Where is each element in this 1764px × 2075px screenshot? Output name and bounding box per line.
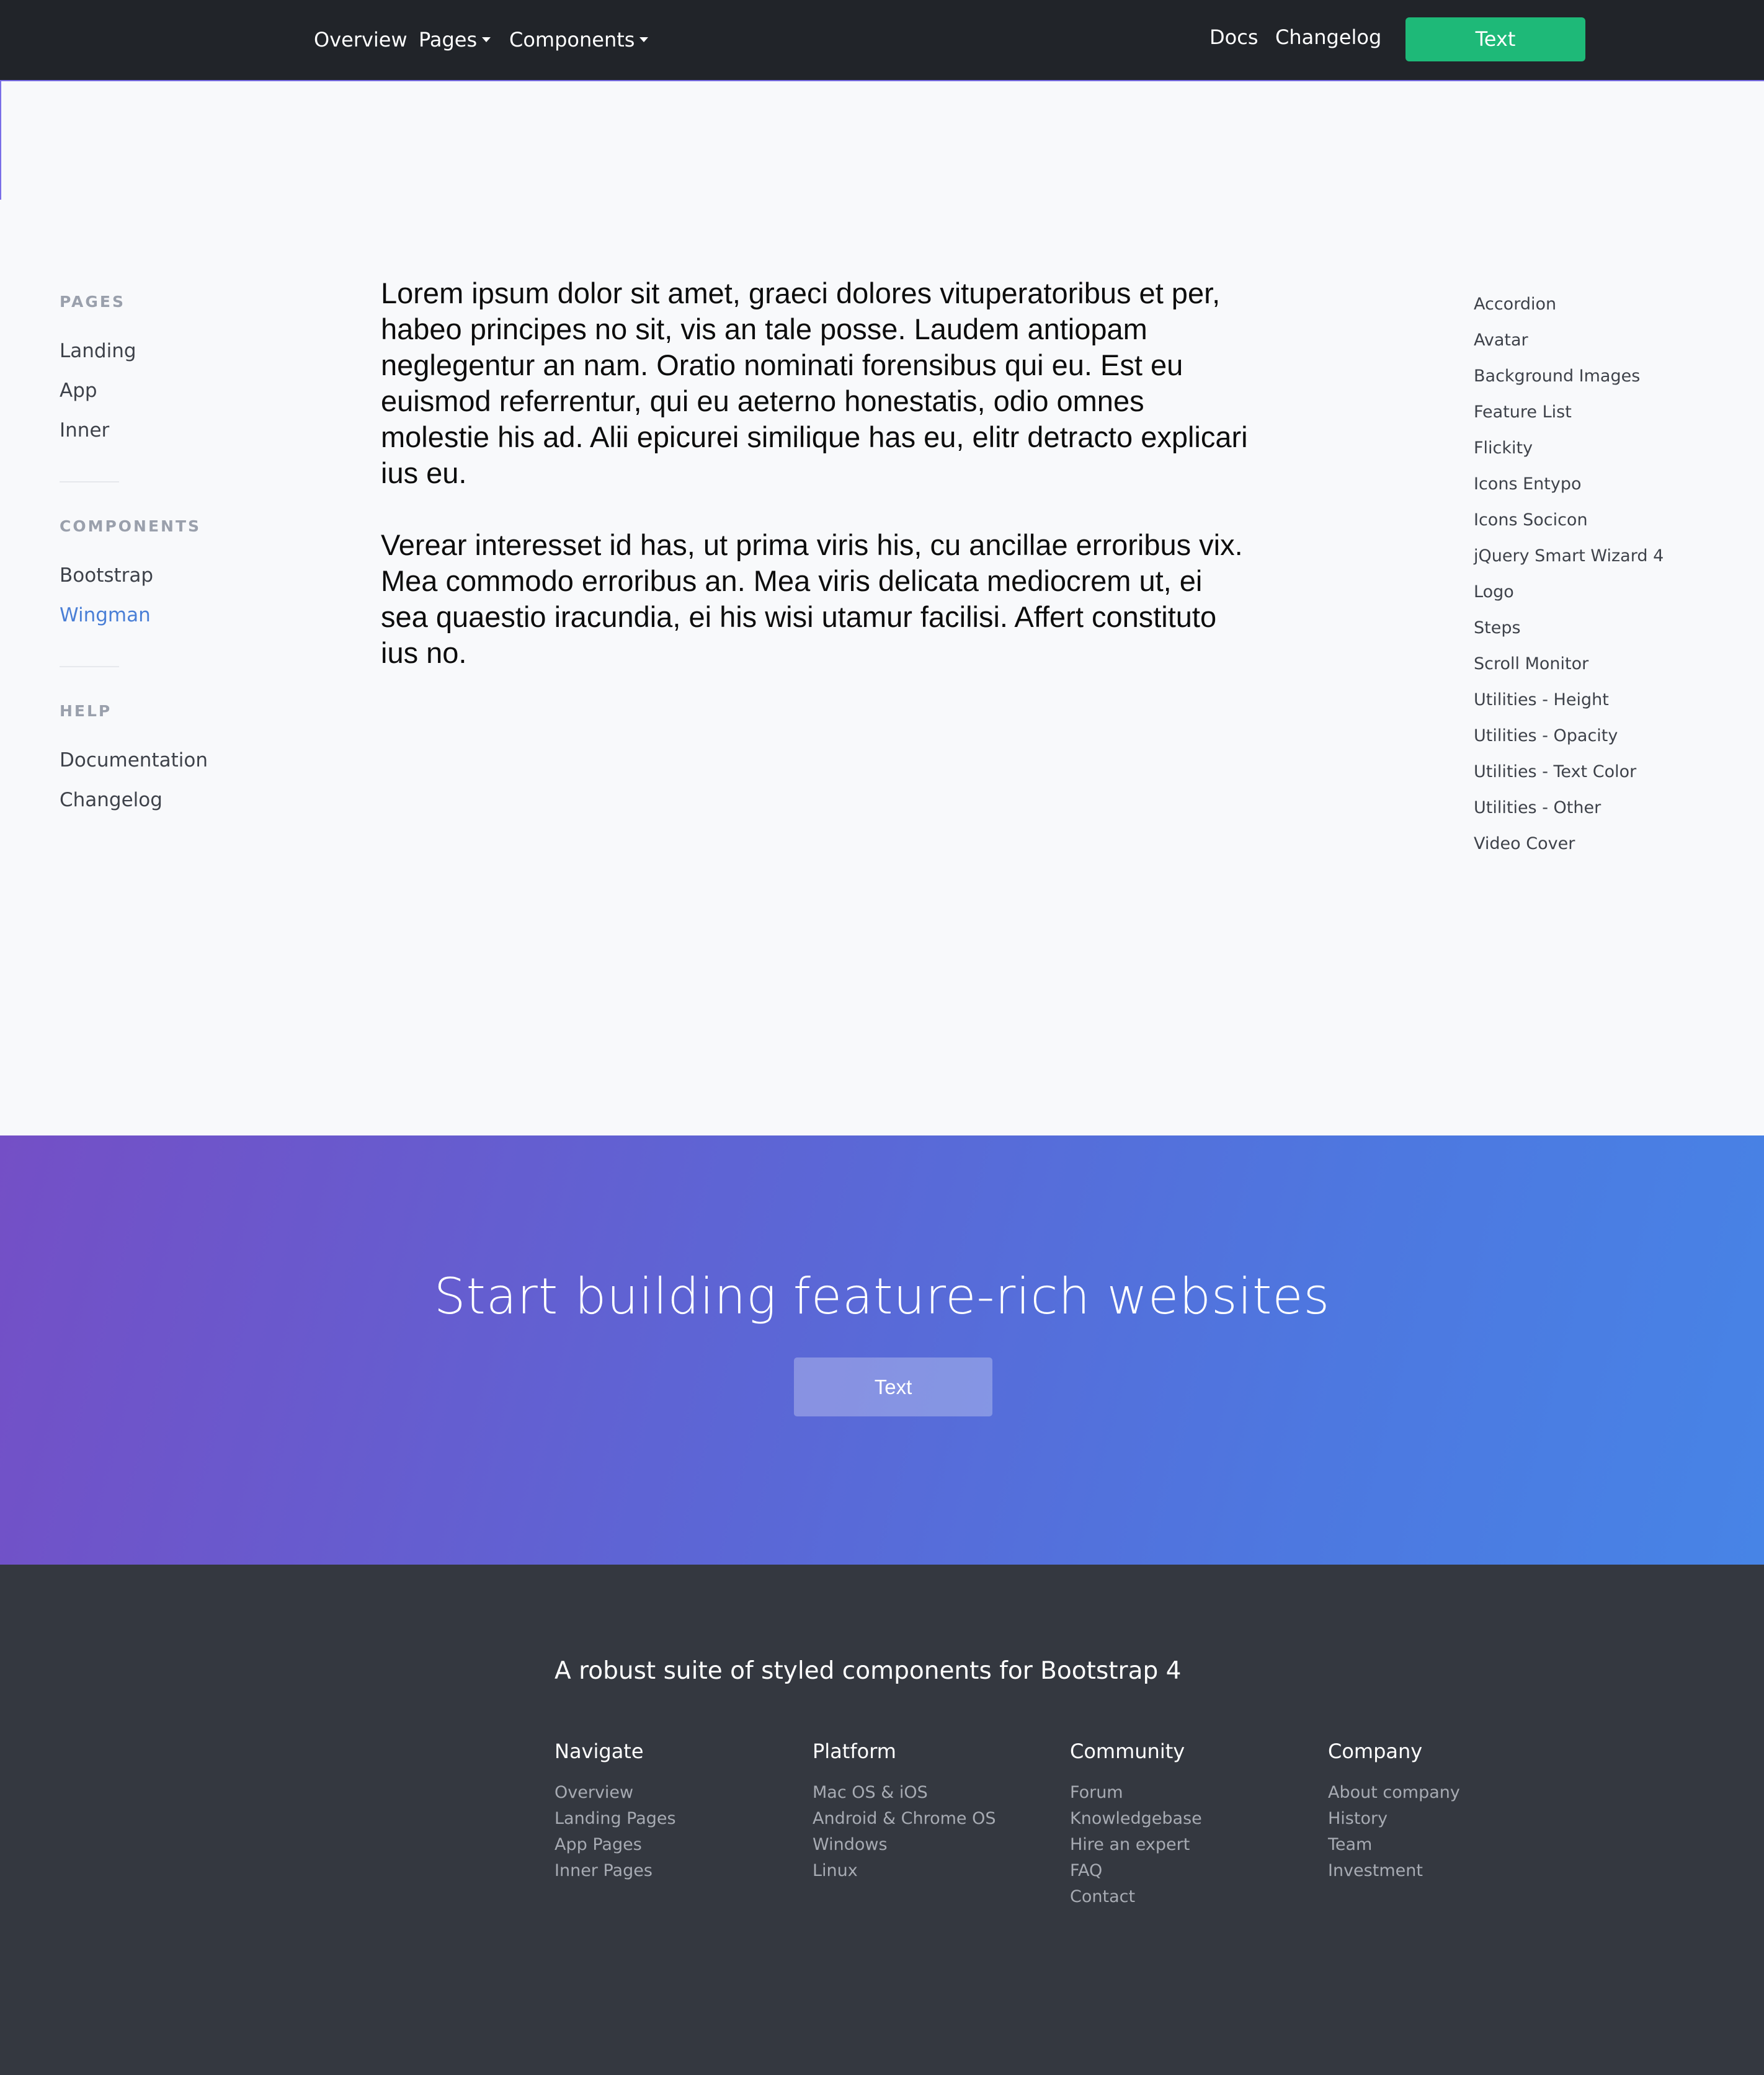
nav-changelog-link[interactable]: Changelog — [1275, 24, 1381, 51]
body-paragraph: Lorem ipsum dolor sit amet, graeci dolor… — [381, 277, 1248, 489]
footer-tagline: A robust suite of styled components for … — [555, 1657, 1182, 1685]
footer-column-title: Community — [1070, 1740, 1185, 1763]
accent-divider-vertical — [0, 80, 1, 200]
cta-title: Start building feature-rich websites — [434, 1268, 1330, 1325]
sidebar-item-landing[interactable]: Landing — [60, 340, 136, 362]
nav-docs-link[interactable]: Docs — [1209, 24, 1258, 51]
footer-link[interactable]: Investment — [1328, 1858, 1576, 1884]
right-nav-item[interactable]: Feature List — [1474, 402, 1572, 422]
footer-column-title: Platform — [813, 1740, 896, 1763]
nav-components-dropdown[interactable]: Components — [509, 26, 649, 53]
sidebar-item-bootstrap[interactable]: Bootstrap — [60, 564, 153, 587]
footer-column-community: Community Forum Knowledgebase Hire an ex… — [1070, 1739, 1318, 1910]
footer-link[interactable]: History — [1328, 1806, 1576, 1832]
footer-column-title: Navigate — [555, 1740, 644, 1763]
footer-link[interactable]: Android & Chrome OS — [813, 1806, 1061, 1832]
sidebar-divider — [60, 481, 119, 482]
accent-divider — [0, 80, 1764, 81]
right-nav-item[interactable]: Utilities - Height — [1474, 690, 1609, 709]
caret-down-icon — [482, 37, 491, 42]
right-nav-item[interactable]: Icons Entypo — [1474, 474, 1581, 494]
sidebar-item-changelog[interactable]: Changelog — [60, 789, 163, 811]
right-nav-item[interactable]: Accordion — [1474, 295, 1556, 314]
right-nav-item[interactable]: Background Images — [1474, 367, 1640, 386]
sidebar-item-app[interactable]: App — [60, 380, 97, 402]
main-content: Lorem ipsum dolor sit amet, graeci dolor… — [381, 275, 1249, 707]
caret-down-icon — [639, 37, 649, 42]
right-nav-item[interactable]: Icons Socicon — [1474, 510, 1588, 530]
cta-button[interactable]: Text — [794, 1357, 992, 1416]
footer-link[interactable]: Landing Pages — [555, 1806, 803, 1832]
right-nav-item[interactable]: jQuery Smart Wizard 4 — [1474, 546, 1664, 566]
footer-link[interactable]: FAQ — [1070, 1858, 1318, 1884]
footer-link[interactable]: Inner Pages — [555, 1858, 803, 1884]
right-nav-item[interactable]: Scroll Monitor — [1474, 654, 1588, 673]
nav-components-label: Components — [509, 28, 635, 51]
footer-link[interactable]: Windows — [813, 1832, 1061, 1858]
nav-cta-button[interactable]: Text — [1405, 17, 1585, 61]
right-nav-item[interactable]: Video Cover — [1474, 834, 1575, 853]
footer-link[interactable]: Overview — [555, 1780, 803, 1806]
sidebar-heading-pages: PAGES — [60, 293, 125, 311]
top-navbar: Overview Pages Components Docs Changelog… — [0, 0, 1764, 80]
footer-column-company: Company About company History Team Inves… — [1328, 1739, 1576, 1884]
footer-link[interactable]: Contact — [1070, 1884, 1318, 1910]
nav-pages-label: Pages — [419, 28, 478, 51]
footer-link[interactable]: Linux — [813, 1858, 1061, 1884]
nav-pages-dropdown[interactable]: Pages — [419, 26, 491, 53]
sidebar-item-documentation[interactable]: Documentation — [60, 749, 208, 771]
footer-link[interactable]: Hire an expert — [1070, 1832, 1318, 1858]
sidebar-heading-components: COMPONENTS — [60, 517, 202, 535]
footer-column-navigate: Navigate Overview Landing Pages App Page… — [555, 1739, 803, 1884]
right-nav-item[interactable]: Utilities - Opacity — [1474, 726, 1618, 745]
cta-banner — [0, 1135, 1764, 1565]
footer-link[interactable]: Forum — [1070, 1780, 1318, 1806]
footer-link[interactable]: Team — [1328, 1832, 1576, 1858]
sidebar-heading-help: HELP — [60, 702, 112, 720]
footer-column-title: Company — [1328, 1740, 1423, 1763]
footer-link[interactable]: Mac OS & iOS — [813, 1780, 1061, 1806]
sidebar-item-inner[interactable]: Inner — [60, 419, 109, 442]
body-paragraph: Verear interesset id has, ut prima viris… — [381, 528, 1243, 669]
footer-link[interactable]: Knowledgebase — [1070, 1806, 1318, 1832]
right-nav-item[interactable]: Utilities - Other — [1474, 798, 1601, 817]
nav-overview-link[interactable]: Overview — [314, 26, 408, 53]
right-nav-item[interactable]: Logo — [1474, 582, 1514, 602]
right-nav-item[interactable]: Steps — [1474, 618, 1521, 638]
right-nav-item[interactable]: Flickity — [1474, 438, 1533, 458]
footer-column-platform: Platform Mac OS & iOS Android & Chrome O… — [813, 1739, 1061, 1884]
footer-link[interactable]: App Pages — [555, 1832, 803, 1858]
footer-link[interactable]: About company — [1328, 1780, 1576, 1806]
right-nav-item[interactable]: Utilities - Text Color — [1474, 762, 1636, 781]
sidebar-divider — [60, 666, 119, 667]
sidebar-item-wingman[interactable]: Wingman — [60, 604, 151, 626]
right-nav-item[interactable]: Avatar — [1474, 331, 1528, 350]
